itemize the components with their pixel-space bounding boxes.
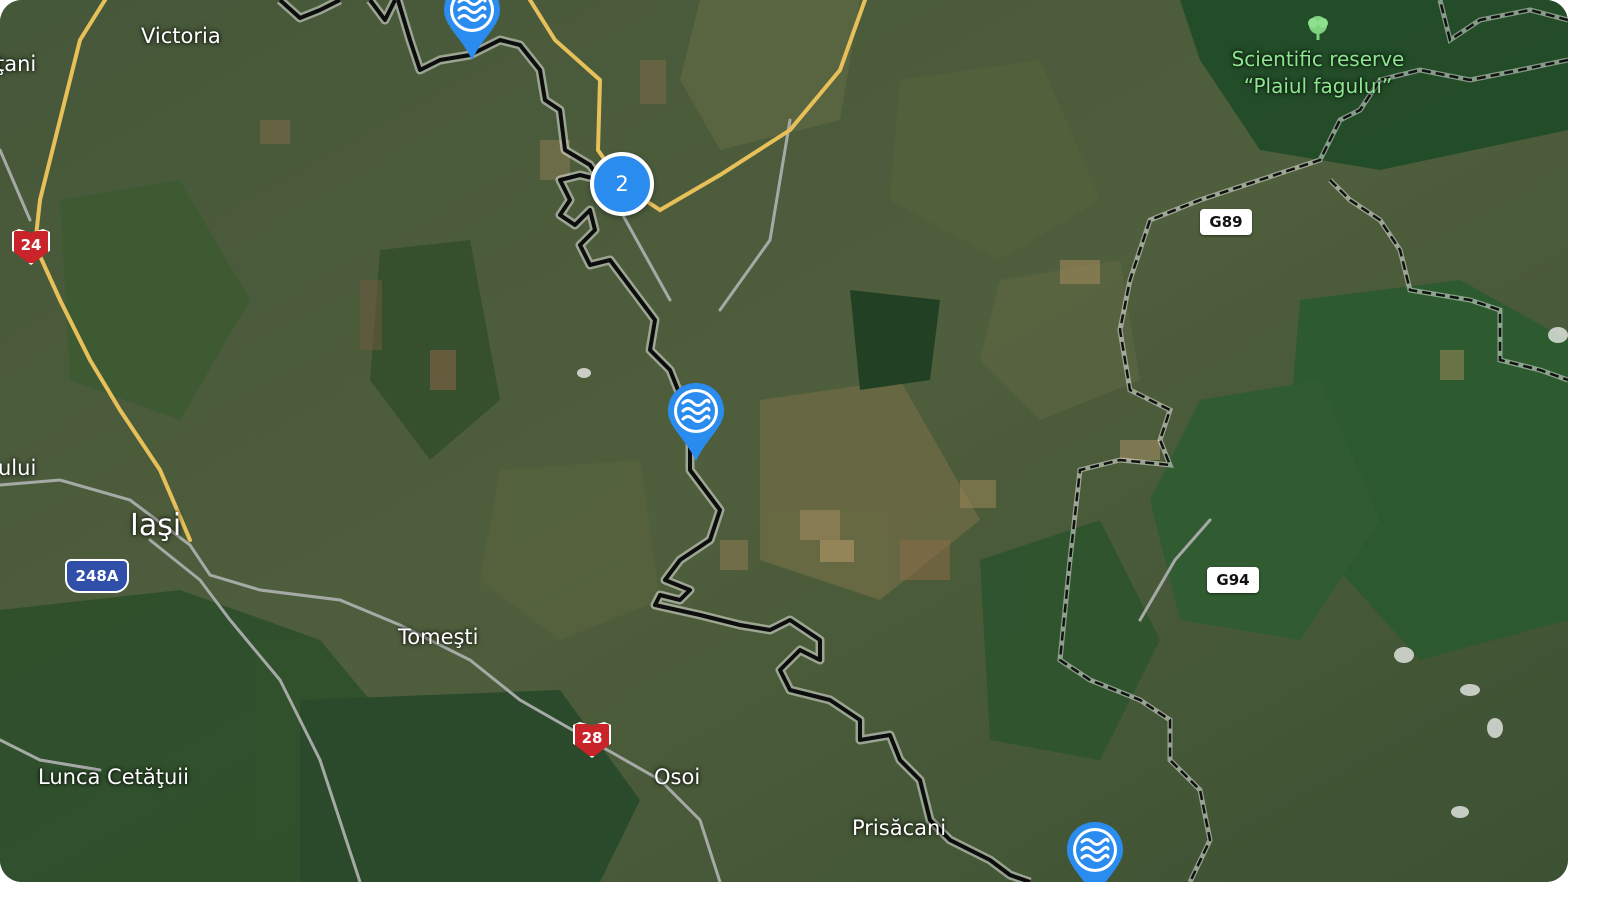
- cluster-marker[interactable]: 2: [590, 152, 654, 216]
- road-shield-g89: G89: [1200, 209, 1252, 235]
- road-shield-24-label: 24: [20, 236, 42, 254]
- place-label-lunca-cetatuii: Lunca Cetăţuii: [38, 765, 189, 789]
- place-label-prisacani: Prisăcani: [852, 816, 947, 840]
- place-label-tomesti: Tomeşti: [398, 625, 479, 649]
- reserve-label[interactable]: Scientific reserve “Plaiul fagului”: [1218, 46, 1418, 100]
- cluster-count: 2: [615, 172, 629, 196]
- water-pin-marker[interactable]: [1065, 820, 1125, 882]
- place-label-tani: ţani: [0, 52, 37, 76]
- map-view[interactable]: Victoria ţani ului Iaşi Tomeşti Lunca Ce…: [0, 0, 1568, 882]
- place-label-iasi: Iaşi: [130, 508, 182, 543]
- reserve-label-line1: Scientific reserve: [1231, 47, 1405, 71]
- water-pin-marker[interactable]: [442, 0, 502, 62]
- road-shield-28-label: 28: [581, 729, 603, 747]
- place-label-victoria: Victoria: [141, 24, 221, 48]
- place-label-ului: ului: [0, 456, 37, 480]
- water-pin-marker[interactable]: [666, 381, 726, 463]
- tree-icon: [1308, 16, 1328, 40]
- satellite-imagery: [0, 0, 1568, 882]
- road-shield-248a: 248A: [65, 559, 129, 593]
- place-label-osoi: Osoi: [654, 765, 701, 789]
- reserve-label-line2: “Plaiul fagului”: [1243, 74, 1393, 98]
- road-shield-g94: G94: [1207, 567, 1259, 593]
